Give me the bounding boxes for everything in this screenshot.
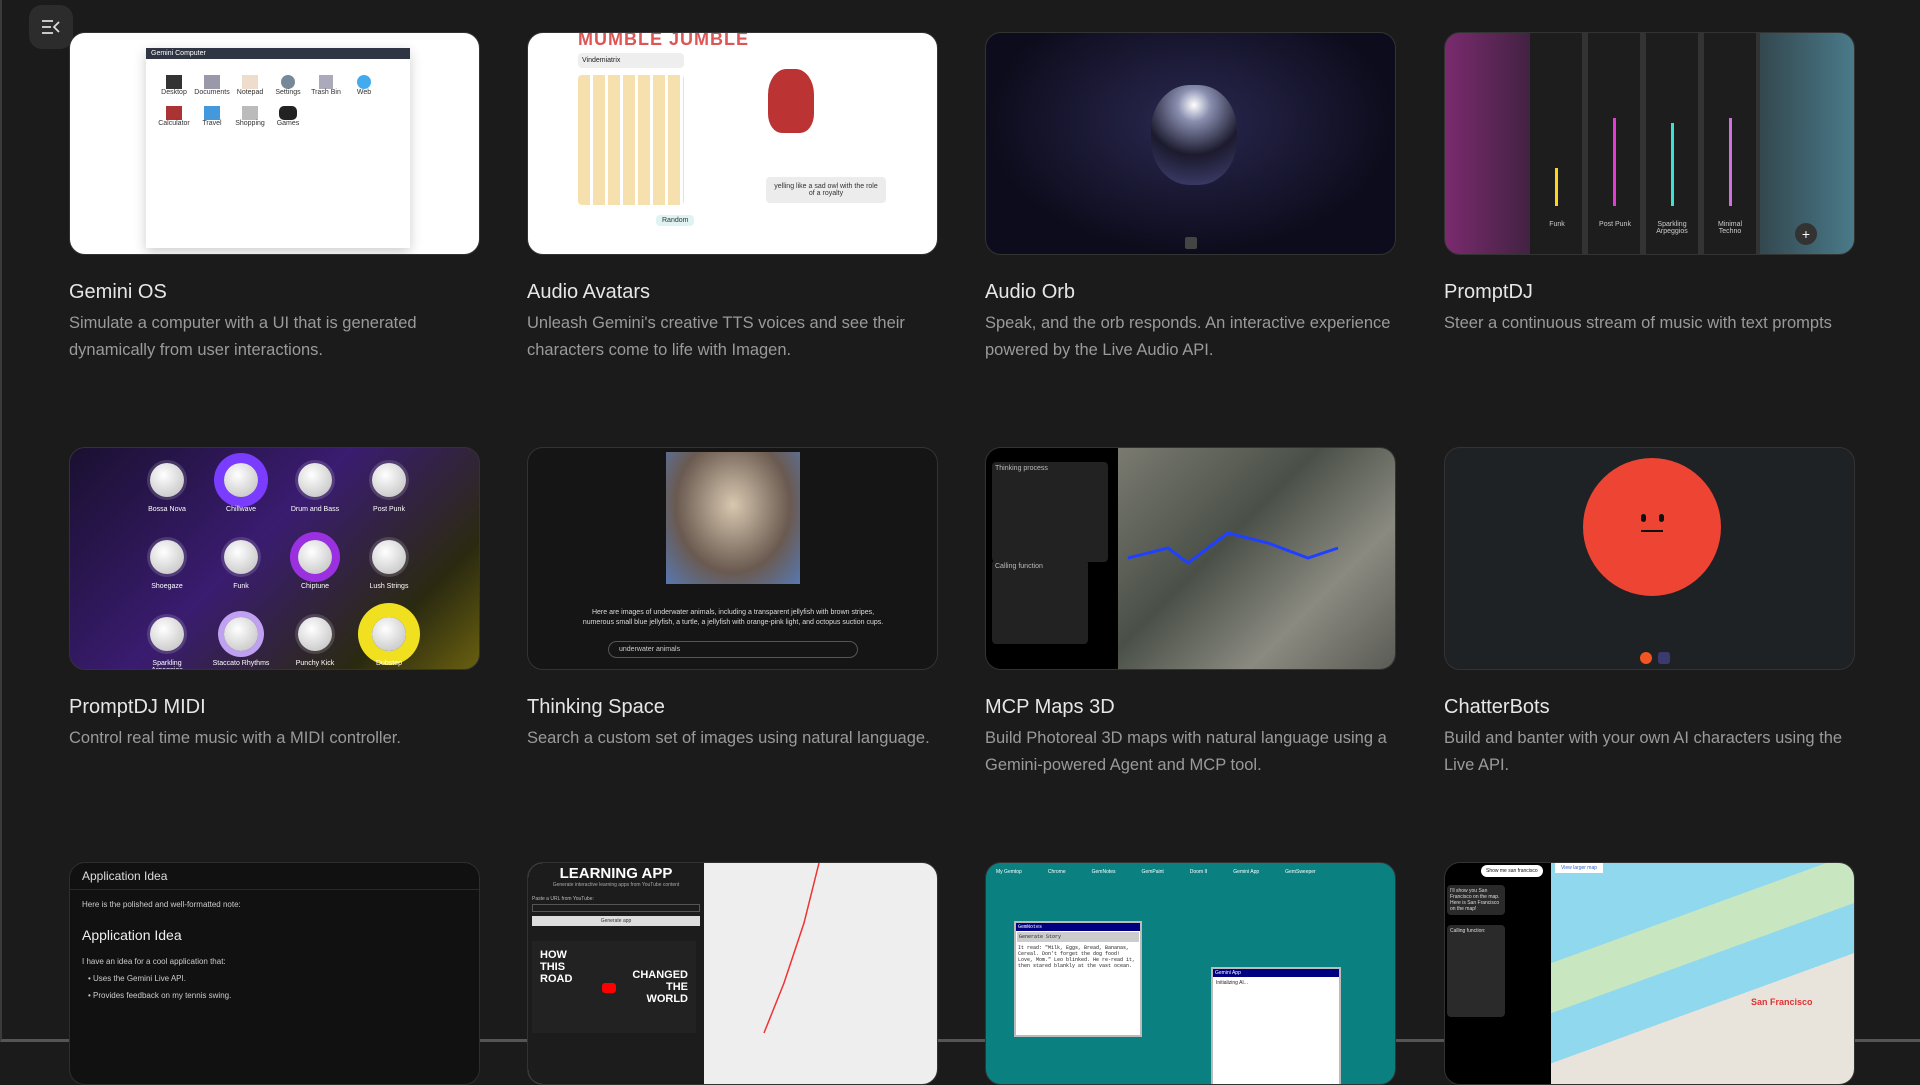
- slider-post-punk: [1613, 118, 1616, 206]
- bot-face: [1583, 458, 1721, 596]
- slider-sparkling: [1671, 123, 1674, 206]
- folder-icon: Documents: [194, 75, 230, 96]
- app-card-chatterbots[interactable]: ChatterBots Build and banter with your o…: [1444, 447, 1855, 779]
- app-card-thinking-space[interactable]: Here are images of underwater animals, i…: [527, 447, 938, 752]
- slider-minimal: [1729, 118, 1732, 206]
- cart-icon: Shopping: [232, 106, 268, 127]
- card-title: ChatterBots: [1444, 696, 1550, 718]
- app-card-audio-orb[interactable]: Audio Orb Speak, and the orb responds. A…: [985, 32, 1396, 364]
- card-description: Search a custom set of images using natu…: [527, 729, 930, 747]
- thumbnail: Gemini Computer Desktop Documents Notepa…: [69, 32, 480, 255]
- record-icon: [1640, 652, 1652, 664]
- card-description: Speak, and the orb responds. An interact…: [985, 314, 1391, 359]
- app-card-map-chat[interactable]: Show me san francisco I'll show you San …: [1444, 862, 1855, 1085]
- thumbnail: [985, 32, 1396, 255]
- orb: [1151, 85, 1237, 185]
- satellite-map: [1118, 448, 1395, 669]
- emoji-grid: [578, 75, 684, 205]
- card-description: Simulate a computer with a UI that is ge…: [69, 314, 417, 359]
- card-title: Thinking Space: [527, 696, 665, 718]
- thumbnail: Bossa Nova Chillwave Drum and Bass Post …: [69, 447, 480, 670]
- thumbnail: Thinking process Calling function: [985, 447, 1396, 670]
- window-title: Gemini Computer: [146, 48, 410, 59]
- card-description: Control real time music with a MIDI cont…: [69, 729, 401, 747]
- map: View larger map San Francisco: [1551, 863, 1854, 1084]
- card-title: MCP Maps 3D: [985, 696, 1115, 718]
- owl-avatar: [768, 69, 814, 133]
- app-card-mcp-maps-3d[interactable]: Thinking process Calling function MCP Ma…: [985, 447, 1396, 779]
- gamepad-icon: Games: [270, 106, 306, 127]
- card-title: Gemini OS: [69, 281, 167, 303]
- stop-icon: [1185, 237, 1197, 249]
- app-card-gemini-os[interactable]: Gemini Computer Desktop Documents Notepa…: [69, 32, 480, 364]
- play-icon: [602, 983, 616, 993]
- app-card-gemini-desktop[interactable]: My Gemtop Chrome GemNotes GemPaint Doom II Ge…: [985, 862, 1396, 1085]
- app-card-promptdj-midi[interactable]: Bossa Nova Chillwave Drum and Bass Post …: [69, 447, 480, 752]
- thumbnail: Here are images of underwater animals, i…: [527, 447, 938, 670]
- app-card-application-idea[interactable]: Application Idea Here is the polished an…: [69, 862, 480, 1085]
- globe-icon: Web: [346, 75, 382, 96]
- search-input: underwater animals: [608, 641, 858, 658]
- card-title: PromptDJ MIDI: [69, 696, 206, 718]
- slider-funk: [1555, 168, 1558, 206]
- thumbnail: Funk Post Punk Sparkling Arpeggios Minim…: [1444, 32, 1855, 255]
- caption: yelling like a sad owl with the role of …: [766, 177, 886, 203]
- calculator-icon: Calculator: [156, 106, 192, 127]
- add-icon: +: [1795, 223, 1817, 245]
- sidebar-toggle-button[interactable]: [29, 5, 73, 49]
- thumbnail: My Gemtop Chrome GemNotes GemPaint Doom II Ge…: [985, 862, 1396, 1085]
- gear-icon: Settings: [270, 75, 306, 96]
- desktop-icon: Desktop: [156, 75, 192, 96]
- jellyfish-image: [666, 452, 800, 584]
- thumbnail: Show me san francisco I'll show you San …: [1444, 862, 1855, 1085]
- voice-select: Vindemiatrix: [578, 53, 684, 68]
- app-card-audio-avatars[interactable]: MUMBLE JUMBLE Vindemiatrix Random yellin…: [527, 32, 938, 364]
- thumbnail: MUMBLE JUMBLE Vindemiatrix Random yellin…: [527, 32, 938, 255]
- notepad-icon: Notepad: [232, 75, 268, 96]
- settings-icon: [1658, 652, 1670, 664]
- app-card-promptdj[interactable]: Funk Post Punk Sparkling Arpeggios Minim…: [1444, 32, 1855, 337]
- thumbnail: LEARNING APP Generate interactive learni…: [527, 862, 938, 1085]
- card-description: Build Photoreal 3D maps with natural lan…: [985, 729, 1387, 774]
- card-title: Audio Orb: [985, 281, 1076, 303]
- card-description: Steer a continuous stream of music with …: [1444, 314, 1832, 332]
- card-title: Audio Avatars: [527, 281, 651, 303]
- sidebar-toggle-icon: [42, 20, 60, 34]
- thumbnail: [1444, 447, 1855, 670]
- random-button: Random: [656, 215, 695, 226]
- logo: MUMBLE JUMBLE: [578, 32, 749, 49]
- card-description: Unleash Gemini's creative TTS voices and…: [527, 314, 905, 359]
- plane-icon: Travel: [194, 106, 230, 127]
- app-card-learning-app[interactable]: LEARNING APP Generate interactive learni…: [527, 862, 938, 1085]
- trash-icon: Trash Bin: [308, 75, 344, 96]
- card-title: PromptDJ: [1444, 281, 1533, 303]
- thumbnail: Application Idea Here is the polished an…: [69, 862, 480, 1085]
- card-description: Build and banter with your own AI charac…: [1444, 729, 1843, 774]
